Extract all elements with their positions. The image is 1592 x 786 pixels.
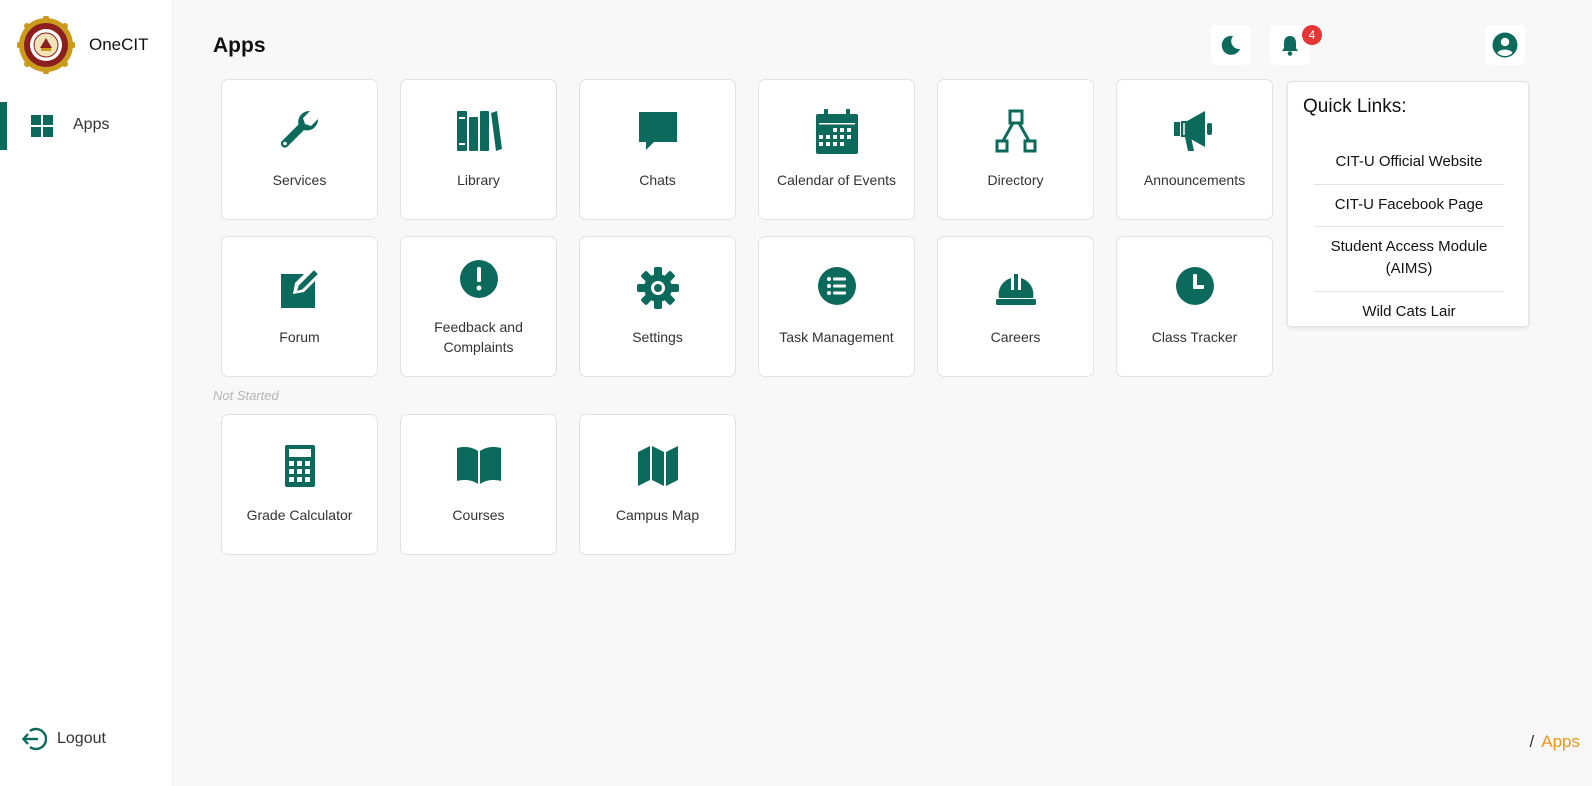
app-card-library[interactable]: Library bbox=[400, 79, 557, 220]
app-card-label: Courses bbox=[452, 507, 505, 523]
app-card-label: Grade Calculator bbox=[246, 507, 353, 523]
app-card-label: Settings bbox=[632, 329, 683, 345]
app-card-label: Careers bbox=[990, 329, 1041, 345]
hard-hat-icon bbox=[995, 274, 1036, 305]
app-card-services[interactable]: Services bbox=[221, 79, 378, 220]
breadcrumb: / Apps bbox=[1530, 732, 1580, 752]
sidebar-item-apps[interactable]: Apps bbox=[0, 102, 173, 150]
bell-icon bbox=[1282, 36, 1298, 56]
quick-links-title: Quick Links: bbox=[1303, 96, 1407, 117]
app-card-label: Campus Map bbox=[615, 507, 700, 523]
app-card-label: Directory bbox=[987, 172, 1044, 188]
quick-link-official-website[interactable]: CIT-U Official Website bbox=[1314, 151, 1504, 173]
app-card-label: Announcements bbox=[1143, 172, 1246, 188]
clock-icon bbox=[1175, 267, 1214, 305]
app-card-forum[interactable]: Forum bbox=[221, 236, 378, 377]
divider bbox=[1314, 226, 1504, 227]
not-started-label: Not Started bbox=[213, 388, 279, 403]
app-card-label: Feedback and Complaints bbox=[434, 319, 523, 355]
breadcrumb-current[interactable]: Apps bbox=[1541, 732, 1580, 751]
chat-bubble-icon bbox=[638, 112, 677, 150]
quick-links-panel: Quick Links: CIT-U Official Website CIT-… bbox=[1287, 81, 1529, 327]
quick-link-wild-cats-lair[interactable]: Wild Cats Lair bbox=[1314, 301, 1504, 323]
app-card-campus-map[interactable]: Campus Map bbox=[579, 414, 736, 555]
gear-icon bbox=[636, 267, 679, 309]
wrench-icon bbox=[280, 110, 318, 148]
app-card-label: Chats bbox=[639, 172, 676, 188]
calendar-icon bbox=[815, 109, 858, 154]
folded-map-icon bbox=[637, 446, 678, 486]
moon-icon bbox=[1221, 35, 1240, 55]
active-indicator bbox=[0, 102, 7, 150]
institute-seal-logo bbox=[17, 16, 75, 74]
megaphone-icon bbox=[1173, 111, 1212, 151]
calculator-icon bbox=[284, 445, 315, 487]
app-card-label: Forum bbox=[279, 329, 320, 345]
grid-icon bbox=[31, 115, 53, 137]
logout-icon bbox=[21, 727, 47, 751]
sidebar: OneCIT Apps Logout bbox=[0, 0, 173, 786]
app-card-class-tracker[interactable]: Class Tracker bbox=[1116, 236, 1273, 377]
logout-label: Logout bbox=[57, 730, 106, 747]
app-card-courses[interactable]: Courses bbox=[400, 414, 557, 555]
books-icon bbox=[456, 111, 502, 151]
sitemap-icon bbox=[995, 109, 1036, 153]
page-title: Apps bbox=[213, 34, 266, 57]
quick-link-student-access-module[interactable]: Student Access Module (AIMS) bbox=[1314, 236, 1504, 280]
edit-square-icon bbox=[280, 267, 320, 308]
profile-button[interactable] bbox=[1485, 25, 1525, 65]
app-card-grade-calculator[interactable]: Grade Calculator bbox=[221, 414, 378, 555]
app-card-settings[interactable]: Settings bbox=[579, 236, 736, 377]
app-card-label: Class Tracker bbox=[1151, 329, 1238, 345]
app-card-chats[interactable]: Chats bbox=[579, 79, 736, 220]
brand-name: OneCIT bbox=[89, 35, 149, 54]
app-card-announcements[interactable]: Announcements bbox=[1116, 79, 1273, 220]
logout-button[interactable]: Logout bbox=[21, 726, 106, 752]
brand: OneCIT bbox=[17, 16, 149, 74]
breadcrumb-separator: / bbox=[1529, 732, 1535, 751]
notification-count-badge: 4 bbox=[1302, 25, 1322, 45]
user-avatar-icon bbox=[1492, 32, 1518, 58]
exclamation-circle-icon bbox=[459, 260, 498, 298]
sidebar-item-label: Apps bbox=[73, 116, 110, 133]
app-card-label: Services bbox=[272, 172, 327, 188]
list-circle-icon bbox=[817, 267, 856, 305]
app-card-feedback-and-complaints[interactable]: Feedback and Complaints bbox=[400, 236, 557, 377]
divider bbox=[1314, 184, 1504, 185]
app-card-careers[interactable]: Careers bbox=[937, 236, 1094, 377]
app-card-task-management[interactable]: Task Management bbox=[758, 236, 915, 377]
open-book-icon bbox=[456, 447, 501, 484]
app-card-label: Library bbox=[457, 172, 500, 188]
app-card-calendar-of-events[interactable]: Calendar of Events bbox=[758, 79, 915, 220]
quick-link-facebook-page[interactable]: CIT-U Facebook Page bbox=[1314, 194, 1504, 216]
app-card-directory[interactable]: Directory bbox=[937, 79, 1094, 220]
app-card-label: Calendar of Events bbox=[776, 172, 897, 188]
app-card-label: Task Management bbox=[779, 329, 894, 345]
dark-mode-toggle[interactable] bbox=[1211, 25, 1251, 65]
divider bbox=[1314, 291, 1504, 292]
